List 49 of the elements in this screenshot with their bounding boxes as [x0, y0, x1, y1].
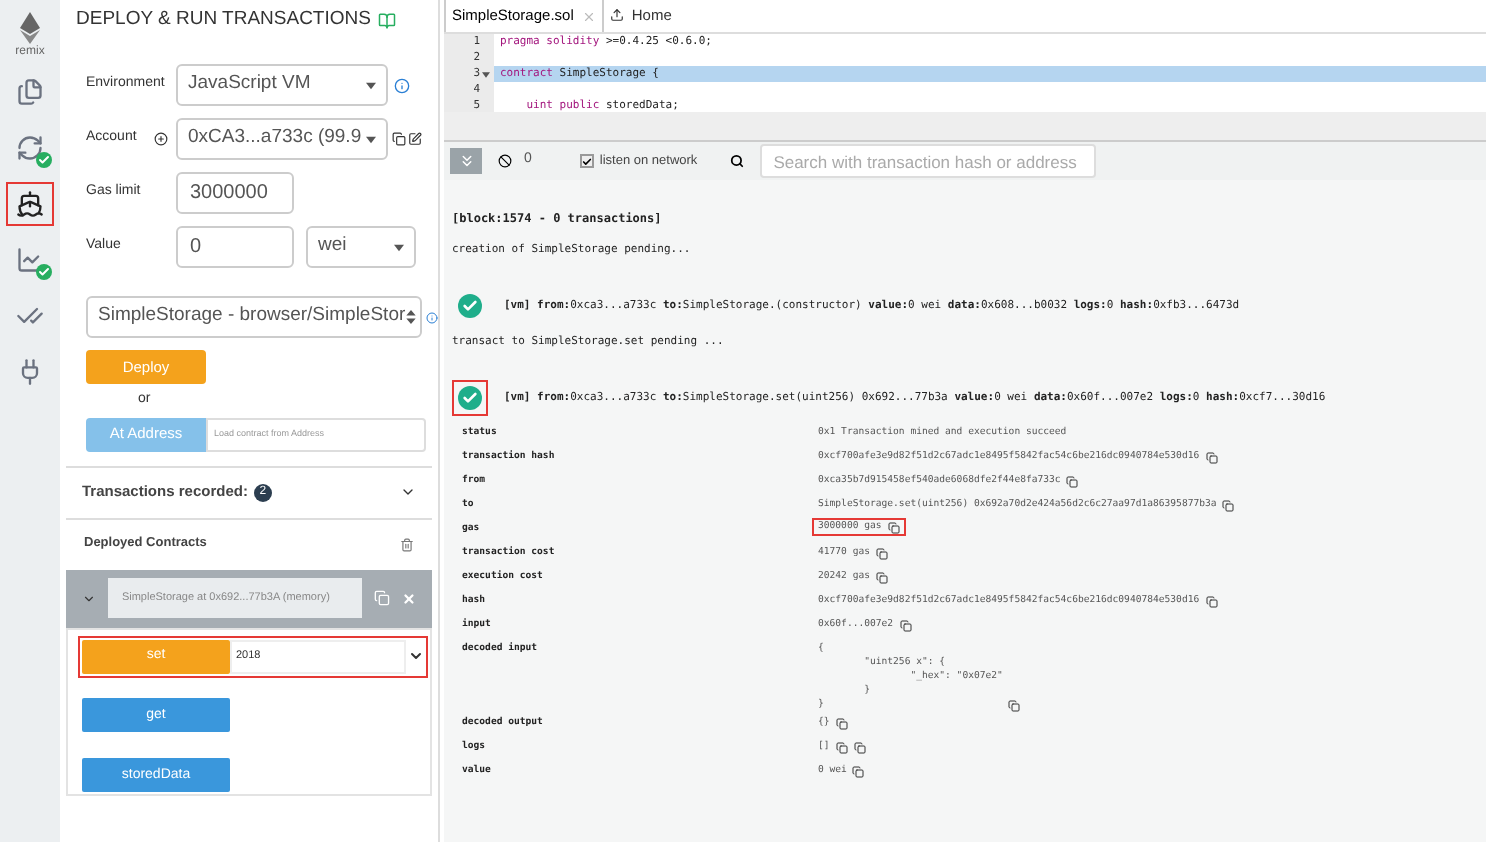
- copy-icon[interactable]: [1205, 596, 1218, 608]
- search-icon: [729, 154, 744, 168]
- copy-icon[interactable]: [835, 718, 848, 730]
- copy-icon[interactable]: [852, 766, 865, 778]
- copy-icon[interactable]: [1205, 452, 1218, 464]
- double-check-icon[interactable]: [16, 302, 44, 330]
- copy-icon[interactable]: [1222, 500, 1235, 512]
- info-icon[interactable]: [394, 77, 410, 93]
- value-input[interactable]: 0: [176, 226, 294, 268]
- copy-icon[interactable]: [1008, 700, 1021, 712]
- chart-icon[interactable]: [16, 246, 44, 274]
- gas-limit-input[interactable]: 3000000: [176, 172, 294, 214]
- edit-icon[interactable]: [408, 132, 422, 146]
- refresh-icon[interactable]: [16, 134, 44, 162]
- caret-icon[interactable]: [366, 81, 376, 89]
- search-field[interactable]: Search with transaction hash or address: [759, 144, 1096, 178]
- copy-icon[interactable]: [887, 522, 900, 534]
- copy-icon[interactable]: [1066, 476, 1079, 488]
- chevrons-down-icon: [457, 152, 475, 170]
- chevron-icon[interactable]: [400, 484, 416, 500]
- fold-caret-icon[interactable]: [482, 71, 490, 77]
- sort-caret-icon[interactable]: [405, 310, 416, 324]
- caret-icon[interactable]: [366, 135, 376, 143]
- copy-icon[interactable]: [392, 132, 406, 146]
- files-icon[interactable]: [16, 78, 44, 106]
- copy-icon[interactable]: [876, 572, 888, 584]
- listen-checkbox[interactable]: [579, 154, 594, 168]
- chevron-icon[interactable]: [408, 648, 424, 664]
- caret-icon[interactable]: [394, 243, 404, 251]
- account-select[interactable]: 0xCA3...a733c (99.9: [176, 118, 388, 160]
- plug-icon[interactable]: [16, 358, 44, 386]
- ship-icon[interactable]: [16, 190, 44, 218]
- success-icon: [458, 294, 482, 318]
- copy-icon[interactable]: [835, 742, 848, 754]
- upload-icon: [609, 8, 624, 22]
- success-icon: [458, 386, 482, 410]
- copy-icon[interactable]: [876, 548, 888, 560]
- info-icon[interactable]: [426, 309, 438, 325]
- panel-title: DEPLOY & RUN TRANSACTIONS: [76, 5, 371, 34]
- contract-select[interactable]: SimpleStorage - browser/SimpleStor: [86, 296, 422, 338]
- unit-select[interactable]: wei: [306, 226, 416, 268]
- trash-icon[interactable]: [400, 537, 414, 551]
- environment-select[interactable]: JavaScript VM: [176, 64, 388, 106]
- clear-icon[interactable]: [498, 154, 512, 168]
- book-icon[interactable]: [378, 11, 397, 29]
- copy-icon[interactable]: [899, 620, 912, 632]
- diamond-logo-icon: [19, 12, 40, 44]
- copy-icon[interactable]: [853, 742, 866, 754]
- plus-icon[interactable]: [154, 132, 168, 146]
